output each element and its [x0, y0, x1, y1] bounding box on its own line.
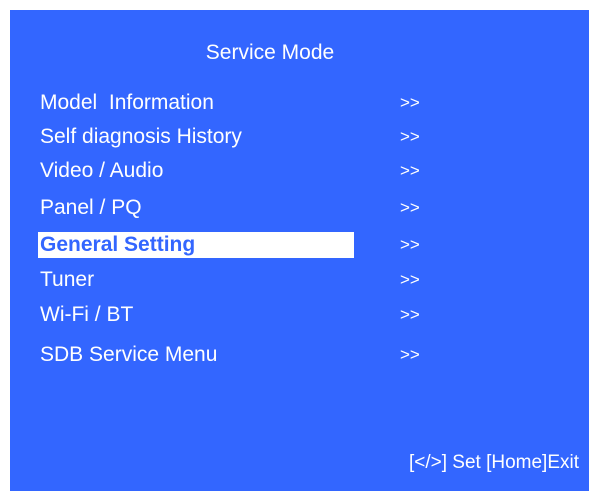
menu-item-general-setting[interactable]: General Setting >> [38, 230, 460, 260]
key-hint-footer: [</>] Set [Home]Exit [408, 452, 579, 473]
menu-item-label: Tuner [40, 268, 95, 291]
menu-item-label: Model Information [40, 91, 214, 114]
menu-item-label: SDB Service Menu [40, 343, 218, 366]
submenu-arrow-icon: >> [400, 270, 420, 289]
menu-item-label: Self diagnosis History [40, 125, 242, 148]
menu-item-model-information[interactable]: Model Information >> [40, 88, 460, 118]
submenu-arrow-icon: >> [400, 198, 420, 217]
menu-item-self-diagnosis-history[interactable]: Self diagnosis History >> [40, 122, 460, 152]
menu-item-label: General Setting [38, 232, 354, 258]
menu-item-panel-pq[interactable]: Panel / PQ >> [40, 193, 460, 223]
page-title: Service Mode [205, 41, 335, 64]
submenu-arrow-icon: >> [400, 345, 420, 364]
menu-item-tuner[interactable]: Tuner >> [40, 265, 460, 295]
submenu-arrow-icon: >> [400, 93, 420, 112]
service-mode-panel: Service Mode Model Information >> Self d… [10, 10, 589, 491]
menu-item-video-audio[interactable]: Video / Audio >> [40, 156, 460, 186]
submenu-arrow-icon: >> [400, 161, 420, 180]
submenu-arrow-icon: >> [400, 235, 420, 254]
submenu-arrow-icon: >> [400, 127, 420, 146]
menu-item-label: Panel / PQ [40, 196, 142, 219]
menu-item-label: Video / Audio [40, 159, 164, 182]
menu-item-wifi-bt[interactable]: Wi-Fi / BT >> [40, 300, 460, 330]
submenu-arrow-icon: >> [400, 305, 420, 324]
menu-item-sdb-service-menu[interactable]: SDB Service Menu >> [40, 340, 460, 370]
menu-item-label: Wi-Fi / BT [40, 303, 134, 326]
